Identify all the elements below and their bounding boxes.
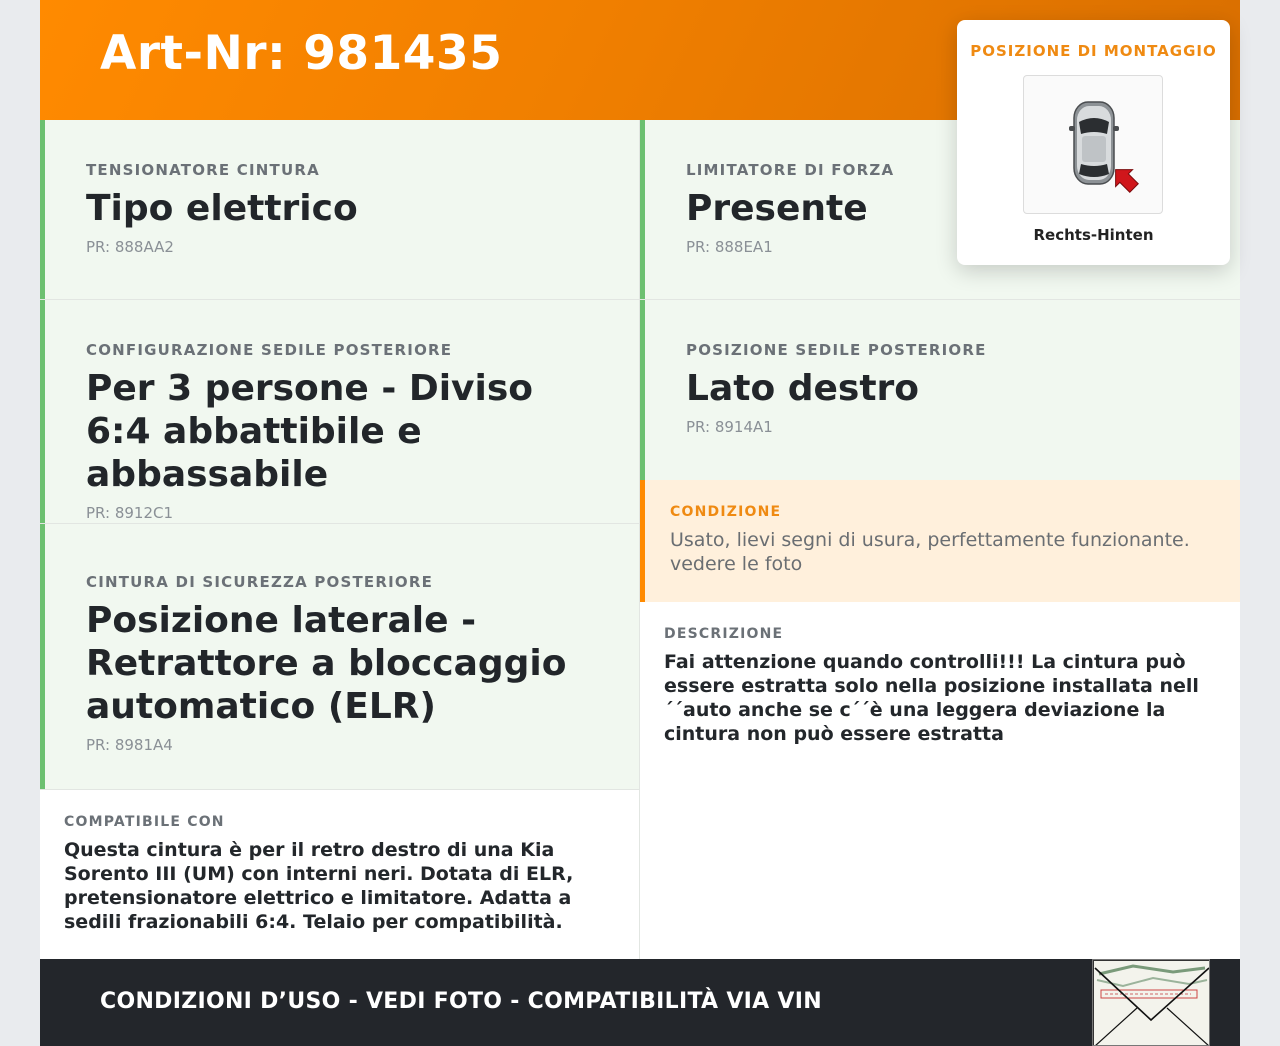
condition-box: CONDIZIONE Usato, lievi segni di usura, …: [640, 480, 1240, 602]
description-label: DESCRIZIONE: [664, 626, 784, 642]
spec-label: POSIZIONE SEDILE POSTERIORE: [686, 341, 987, 359]
spec-value: Posizione laterale - Retrattore a blocca…: [86, 600, 567, 727]
footer-text: CONDIZIONI D’USO - VEDI FOTO - COMPATIBI…: [100, 989, 822, 1014]
spec-pr-code: PR: 8912C1: [86, 504, 174, 522]
divider: [40, 299, 1240, 300]
spec-label: CINTURA DI SICUREZZA POSTERIORE: [86, 573, 434, 591]
compatibility-label: COMPATIBILE CON: [64, 814, 225, 830]
description-text: Fai attenzione quando controlli!!! La ci…: [664, 651, 1199, 745]
divider: [40, 523, 640, 524]
mounting-label: POSIZIONE DI MONTAGGIO: [970, 42, 1217, 60]
spec-pr-code: PR: 888AA2: [86, 238, 174, 256]
mounting-position-text: Rechts-Hinten: [1033, 226, 1154, 244]
spec-rear-belt: CINTURA DI SICUREZZA POSTERIORE Posizion…: [40, 524, 640, 790]
mounting-position-card: POSIZIONE DI MONTAGGIO Rechts-Hinten: [957, 20, 1230, 265]
car-position-image: [1023, 75, 1163, 214]
spec-seat-config: CONFIGURAZIONE SEDILE POSTERIORE Per 3 p…: [40, 300, 640, 524]
envelope-icon: [1093, 960, 1209, 1045]
spec-label: TENSIONATORE CINTURA: [86, 161, 320, 179]
spec-value: Per 3 persone - Diviso 6:4 abbattibile e…: [86, 368, 534, 495]
spec-label: CONFIGURAZIONE SEDILE POSTERIORE: [86, 341, 453, 359]
divider: [40, 789, 640, 790]
spec-pr-code: PR: 8914A1: [686, 418, 773, 436]
car-top-view-icon: [1069, 101, 1139, 193]
vehicle-document-thumbnail[interactable]: [1092, 959, 1210, 1046]
spec-value: Lato destro: [686, 368, 920, 409]
footer-bar: CONDIZIONI D’USO - VEDI FOTO - COMPATIBI…: [40, 959, 1240, 1046]
description-section: DESCRIZIONE Fai attenzione quando contro…: [664, 626, 1224, 746]
spec-value: Tipo elettrico: [86, 188, 358, 229]
condition-text: Usato, lievi segni di usura, perfettamen…: [670, 529, 1190, 575]
condition-label: CONDIZIONE: [670, 504, 782, 520]
compatibility-text: Questa cintura è per il retro destro di …: [64, 839, 574, 933]
compatibility-section: COMPATIBILE CON Questa cintura è per il …: [64, 814, 614, 934]
article-number-title: Art-Nr: 981435: [100, 26, 503, 81]
spec-tensioner: TENSIONATORE CINTURA Tipo elettrico PR: …: [40, 120, 640, 300]
spec-seat-position: POSIZIONE SEDILE POSTERIORE Lato destro …: [640, 300, 1240, 480]
spec-pr-code: PR: 8981A4: [86, 736, 173, 754]
